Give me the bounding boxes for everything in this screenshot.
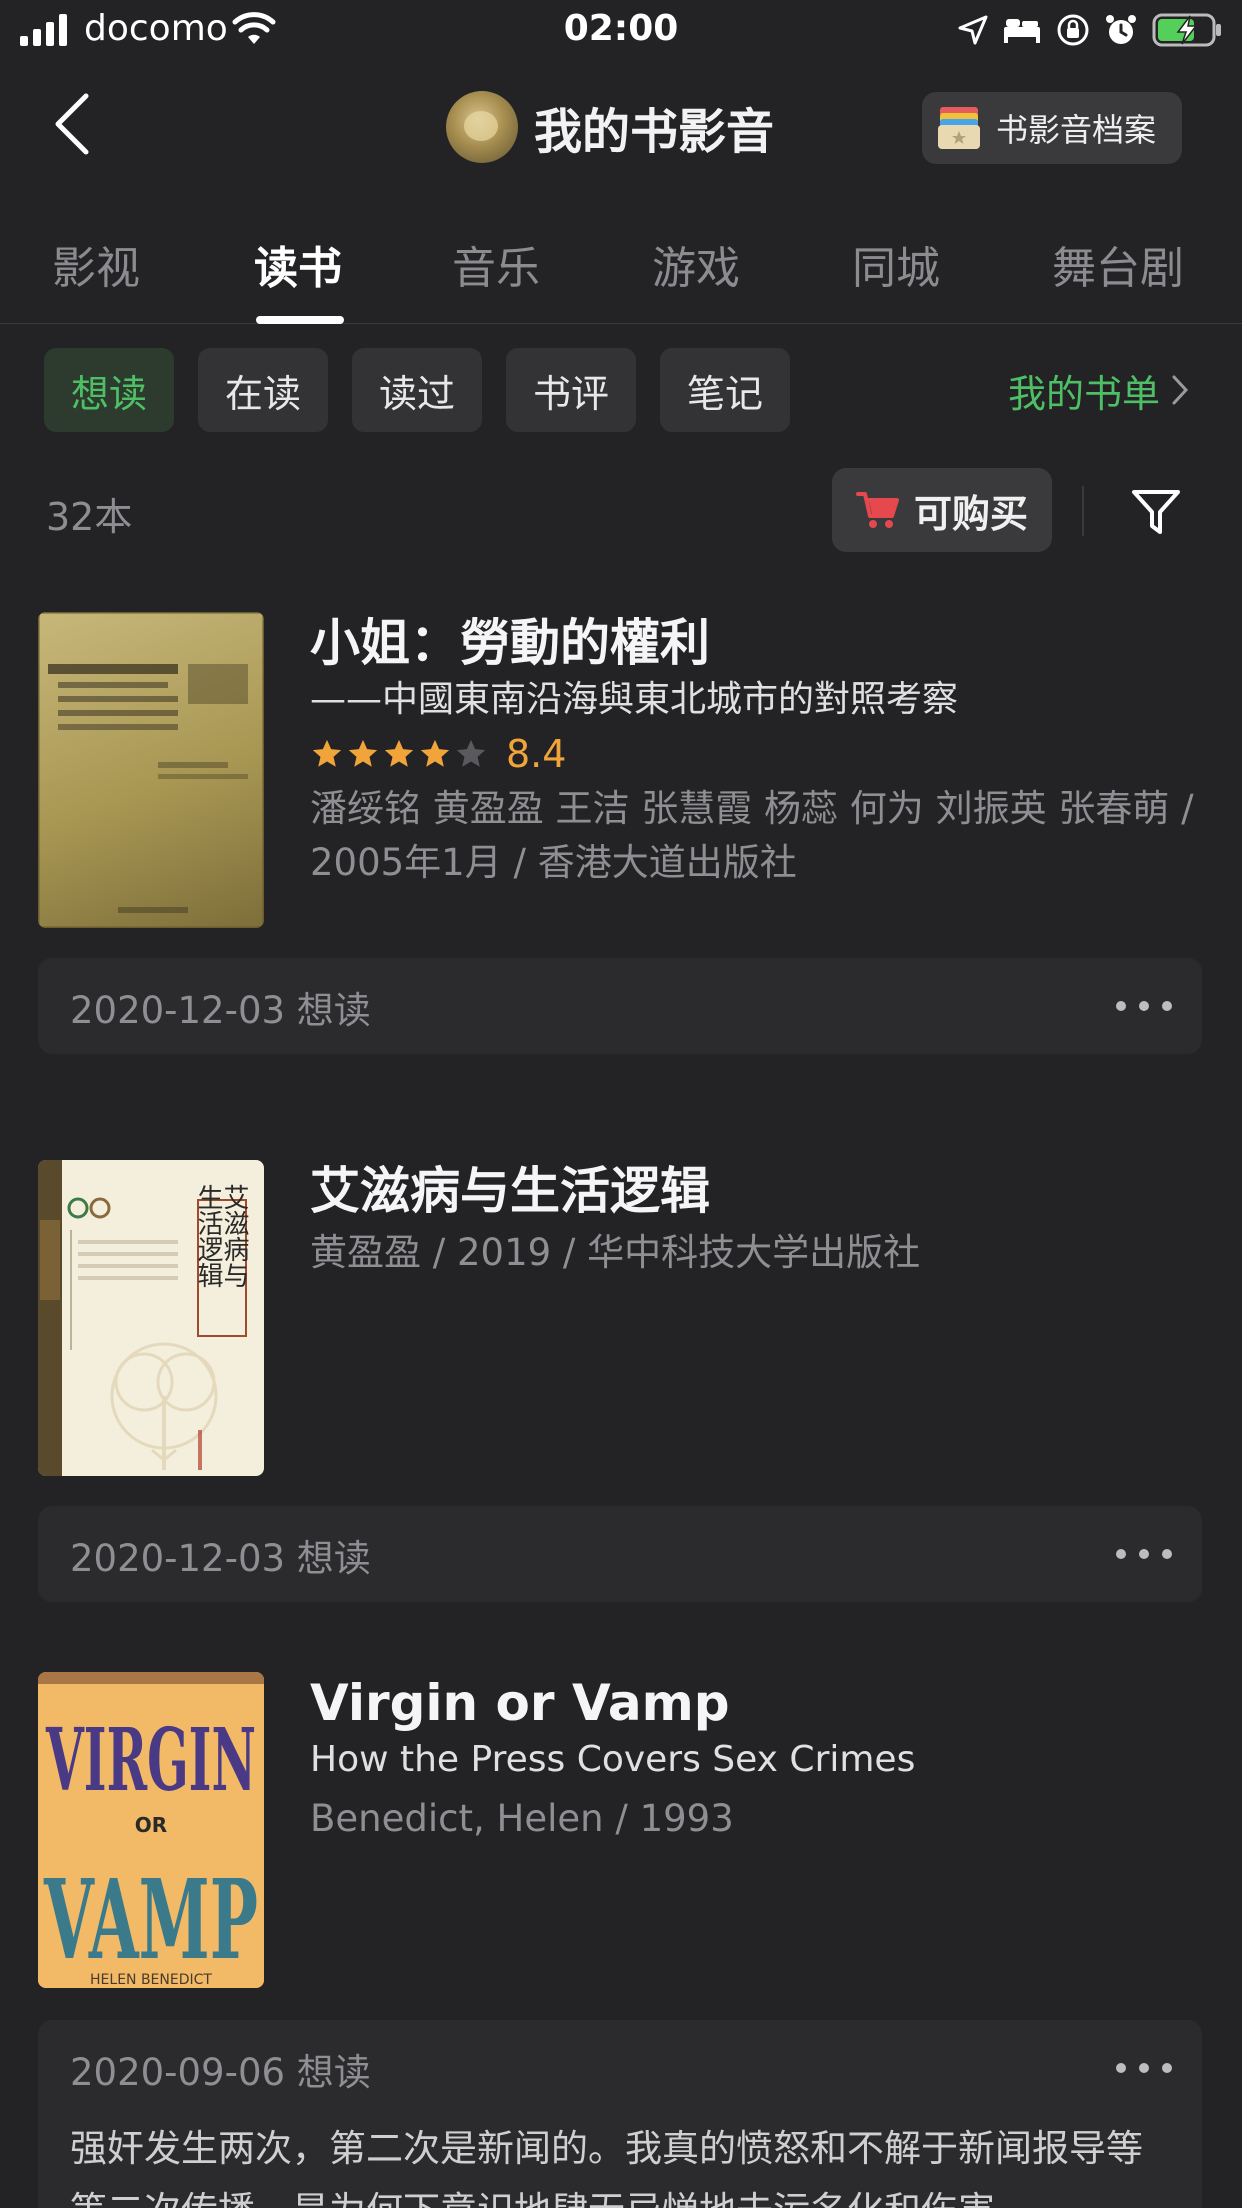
back-chevron-icon[interactable] bbox=[50, 92, 94, 156]
short-review-text: 强奸发生两次，第二次是新闻的。我真的愤怒和不解于新闻报导等等二次传播，是为何下意… bbox=[70, 2127, 1143, 2208]
tab-books[interactable]: 读书 bbox=[254, 232, 342, 296]
book-item: 小姐：勞動的權利 ——中國東南沿海與東北城市的對照考察 8.4 潘绥铭 黄盈盈 … bbox=[0, 612, 1242, 1054]
mark-date-status: 2020-09-06 想读 bbox=[70, 2051, 371, 2094]
tab-stage-drama[interactable]: 舞台剧 bbox=[1052, 232, 1184, 296]
chevron-right-icon bbox=[1172, 375, 1189, 405]
book-cover-image[interactable]: 艾滋病与 生活逻辑 bbox=[38, 1160, 264, 1476]
more-options-icon[interactable] bbox=[1116, 986, 1172, 1026]
cover-title-text: VAMP bbox=[43, 1855, 258, 1984]
archive-button[interactable]: 书影音档案 bbox=[922, 92, 1182, 164]
mark-record: 2020-12-03 想读 bbox=[38, 1506, 1202, 1602]
chip-read[interactable]: 读过 bbox=[352, 348, 482, 432]
my-booklist-label: 我的书单 bbox=[1008, 371, 1161, 416]
book-item: VIRGIN OR VAMP HELEN BENEDICT Virgin or … bbox=[0, 1672, 1242, 2208]
my-booklist-link[interactable]: 我的书单 bbox=[1008, 360, 1190, 420]
book-subtitle: ——中國東南沿海與東北城市的對照考察 bbox=[310, 679, 959, 720]
header-title-group: 我的书影音 bbox=[446, 91, 775, 163]
archive-folder-icon bbox=[936, 105, 982, 151]
purchasable-filter-button[interactable]: 可购买 bbox=[832, 468, 1052, 552]
book-item: 艾滋病与 生活逻辑 艾滋病与生活逻辑 黄盈盈 / 2019 / 华中科技大学出版… bbox=[0, 1160, 1242, 1602]
book-title[interactable]: 小姐：勞動的權利 bbox=[310, 612, 1196, 674]
book-title[interactable]: Virgin or Vamp bbox=[310, 1672, 1196, 1734]
star-full-icon bbox=[312, 739, 342, 767]
rating-row: 8.4 bbox=[310, 726, 1196, 782]
mark-record: 2020-09-06 想读 强奸发生两次，第二次是新闻的。我真的愤怒和不解于新闻… bbox=[38, 2020, 1202, 2208]
cover-title-text: 生活逻辑 bbox=[193, 1184, 223, 1288]
item-count: 32本 bbox=[46, 495, 133, 539]
star-full-icon bbox=[384, 739, 414, 767]
book-title[interactable]: 艾滋病与生活逻辑 bbox=[310, 1160, 1196, 1222]
more-options-icon[interactable] bbox=[1116, 1534, 1172, 1574]
filter-funnel-icon[interactable] bbox=[1128, 486, 1184, 538]
active-tab-indicator bbox=[256, 316, 344, 324]
book-meta: Benedict, Helen / 1993 bbox=[310, 1797, 734, 1840]
rating-stars bbox=[310, 737, 488, 771]
chip-want-to-read[interactable]: 想读 bbox=[44, 348, 174, 432]
nav-header: 我的书影音 书影音档案 bbox=[0, 62, 1242, 192]
page-title: 我的书影音 bbox=[534, 104, 775, 160]
book-meta: 黄盈盈 / 2019 / 华中科技大学出版社 bbox=[310, 1231, 921, 1274]
mark-date-status: 2020-12-03 想读 bbox=[70, 989, 371, 1032]
cover-title-text: 艾滋病与 bbox=[219, 1184, 249, 1288]
status-bar: docomo 02:00 bbox=[0, 0, 1242, 62]
chip-notes[interactable]: 笔记 bbox=[660, 348, 790, 432]
mark-date-status: 2020-12-03 想读 bbox=[70, 1537, 371, 1580]
cover-or-text: OR bbox=[135, 1813, 167, 1837]
bed-icon bbox=[1004, 19, 1040, 43]
chip-reading[interactable]: 在读 bbox=[198, 348, 328, 432]
cover-author-text: HELEN BENEDICT bbox=[90, 1972, 212, 1988]
vertical-divider bbox=[1082, 486, 1084, 536]
user-avatar[interactable] bbox=[446, 91, 518, 163]
book-cover-image[interactable] bbox=[38, 612, 264, 928]
chip-reviews[interactable]: 书评 bbox=[506, 348, 636, 432]
more-options-icon[interactable] bbox=[1116, 2048, 1172, 2088]
purchasable-label: 可购买 bbox=[913, 491, 1028, 536]
rating-value: 8.4 bbox=[506, 732, 567, 776]
star-empty-icon bbox=[456, 739, 486, 767]
mark-record: 2020-12-03 想读 bbox=[38, 958, 1202, 1054]
main-tabs: 影视 读书 音乐 游戏 同城 舞台剧 bbox=[0, 218, 1242, 324]
book-subtitle: How the Press Covers Sex Crimes bbox=[310, 1739, 916, 1780]
tab-music[interactable]: 音乐 bbox=[452, 232, 540, 296]
rotation-lock-icon bbox=[1057, 14, 1089, 46]
star-full-icon bbox=[420, 739, 450, 767]
tab-video[interactable]: 影视 bbox=[52, 232, 140, 296]
book-cover-image[interactable]: VIRGIN OR VAMP HELEN BENEDICT bbox=[38, 1672, 264, 1988]
star-full-icon bbox=[348, 739, 378, 767]
book-meta: 潘绥铭 黄盈盈 王洁 张慧霞 杨蕊 何为 刘振英 张春萌 / 2005年1月 /… bbox=[310, 787, 1194, 884]
tab-games[interactable]: 游戏 bbox=[652, 232, 740, 296]
shopping-cart-icon bbox=[855, 492, 899, 528]
cover-title-text: VIRGIN bbox=[45, 1710, 256, 1811]
alarm-icon bbox=[1106, 15, 1136, 44]
tab-local-events[interactable]: 同城 bbox=[852, 232, 940, 296]
archive-button-label: 书影音档案 bbox=[996, 111, 1157, 149]
location-arrow-icon bbox=[958, 15, 988, 45]
battery-charging-icon bbox=[1152, 13, 1221, 47]
